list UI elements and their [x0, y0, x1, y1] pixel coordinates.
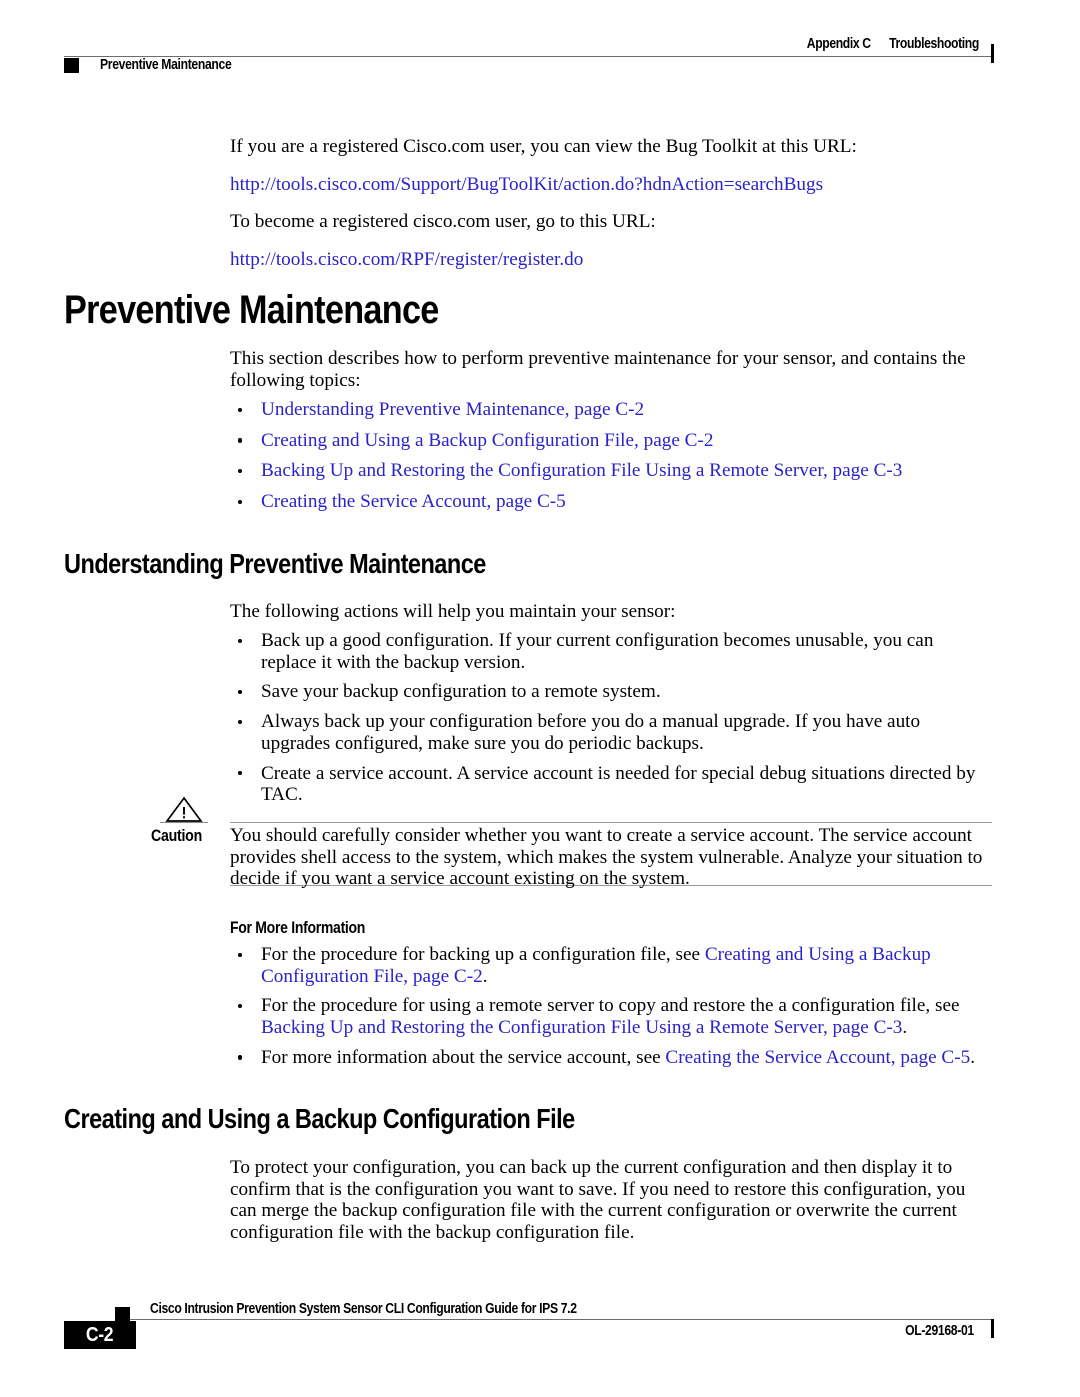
footer-guide-title: Cisco Intrusion Prevention System Sensor… — [150, 1301, 577, 1317]
header-running-head: Preventive Maintenance — [64, 57, 256, 73]
topic-link[interactable]: Backing Up and Restoring the Configurati… — [261, 460, 902, 481]
section-main-intro: This section describes how to perform pr… — [230, 348, 966, 391]
topics-list-wrap: Understanding Preventive Maintenance, pa… — [230, 399, 992, 513]
topic-link[interactable]: Creating and Using a Backup Configuratio… — [261, 430, 713, 451]
heading-preventive-maintenance-wrap: Preventive Maintenance — [64, 288, 992, 332]
bullet-dot-icon — [238, 638, 243, 643]
footer-rule-end-tick — [991, 1319, 994, 1338]
fmi-text-pre: For more information about the service a… — [261, 1046, 666, 1068]
page-number: C-2 — [86, 1323, 114, 1346]
caution-text: You should carefully consider whether yo… — [230, 825, 983, 890]
footer-document-id: OL-29168-01 — [905, 1323, 974, 1339]
heading-preventive-maintenance: Preventive Maintenance — [64, 288, 439, 332]
bullet-dot-icon — [238, 771, 243, 776]
intro-line-2: To become a registered cisco.com user, g… — [230, 211, 656, 233]
for-more-information-heading-wrap: For More Information — [230, 919, 992, 938]
action-text: Save your backup configuration to a remo… — [261, 681, 661, 703]
fmi-text-pre: For the procedure for backing up a confi… — [261, 944, 705, 965]
list-item: Creating and Using a Backup Configuratio… — [230, 430, 992, 452]
actions-list: Back up a good configuration. If your cu… — [230, 630, 992, 806]
square-bullet-icon — [64, 57, 79, 73]
list-item: Always back up your configuration before… — [230, 711, 992, 754]
intro-line-1: If you are a registered Cisco.com user, … — [230, 136, 857, 157]
page-header: Appendix C Troubleshooting Preventive Mai… — [0, 0, 1080, 92]
intro-block: If you are a registered Cisco.com user, … — [230, 136, 992, 271]
fmi-cross-reference-link[interactable]: Creating the Service Account, page C-5 — [665, 1047, 970, 1068]
action-text: Always back up your configuration before… — [261, 711, 921, 754]
bullet-dot-icon — [238, 468, 243, 474]
for-more-information-list-wrap: For the procedure for backing up a confi… — [230, 944, 992, 1069]
page-number-badge: C-2 — [64, 1321, 136, 1349]
actions-list-wrap: Back up a good configuration. If your cu… — [230, 630, 992, 806]
caution-rule-top-left — [160, 822, 208, 823]
understanding-intro: The following actions will help you main… — [230, 601, 676, 622]
heading-understanding-wrap: Understanding Preventive Maintenance — [64, 548, 992, 579]
bullet-dot-icon — [238, 1055, 243, 1060]
section-backup-paragraph-wrap: To protect your configuration, you can b… — [230, 1157, 992, 1244]
section-backup-paragraph: To protect your configuration, you can b… — [230, 1157, 966, 1244]
fmi-cross-reference-link[interactable]: Backing Up and Restoring the Configurati… — [261, 1017, 902, 1038]
warning-triangle-icon — [164, 796, 204, 822]
topic-link[interactable]: Creating the Service Account, page C-5 — [261, 491, 566, 512]
section-main-intro-wrap: This section describes how to perform pr… — [230, 348, 992, 391]
bullet-dot-icon — [238, 719, 243, 724]
bullet-dot-icon — [238, 438, 243, 443]
action-text: Back up a good configuration. If your cu… — [261, 630, 934, 673]
footer-divider-rule — [115, 1319, 992, 1320]
list-item: Back up a good configuration. If your cu… — [230, 630, 992, 673]
fmi-text-post: . — [482, 965, 488, 987]
heading-for-more-information: For More Information — [230, 919, 366, 937]
bullet-dot-icon — [238, 499, 243, 504]
fmi-text-post: . — [902, 1017, 908, 1039]
list-item: For the procedure for using a remote ser… — [230, 995, 992, 1038]
list-item: For more information about the service a… — [230, 1047, 992, 1069]
square-bullet-icon — [115, 1307, 130, 1322]
caution-block: Caution You should carefully consider wh… — [64, 795, 992, 890]
header-chapter-info: Appendix C Troubleshooting — [807, 36, 979, 52]
fmi-text-post: . — [970, 1046, 975, 1068]
heading-backup-config-wrap: Creating and Using a Backup Configuratio… — [64, 1103, 992, 1134]
list-item: Understanding Preventive Maintenance, pa… — [230, 399, 992, 421]
register-url-link[interactable]: http://tools.cisco.com/RPF/register/regi… — [230, 249, 992, 271]
header-running-head-label: Preventive Maintenance — [100, 57, 232, 73]
caution-rule-top — [230, 822, 992, 823]
bullet-dot-icon — [238, 952, 243, 957]
bullet-dot-icon — [238, 407, 243, 412]
header-rule-end-tick — [991, 44, 994, 63]
topics-list: Understanding Preventive Maintenance, pa… — [230, 399, 992, 513]
fmi-text-pre: For the procedure for using a remote ser… — [261, 995, 960, 1017]
bullet-dot-icon — [238, 1003, 243, 1009]
list-item: Creating the Service Account, page C-5 — [230, 491, 992, 513]
bullet-dot-icon — [238, 689, 243, 695]
topic-link[interactable]: Understanding Preventive Maintenance, pa… — [261, 399, 644, 420]
header-chapter-title: Troubleshooting — [889, 36, 979, 52]
heading-understanding-preventive-maintenance: Understanding Preventive Maintenance — [64, 548, 486, 579]
list-item: Backing Up and Restoring the Configurati… — [230, 460, 992, 482]
list-item: For the procedure for backing up a confi… — [230, 944, 992, 987]
understanding-intro-wrap: The following actions will help you main… — [230, 601, 992, 623]
bug-toolkit-url-link[interactable]: http://tools.cisco.com/Support/BugToolKi… — [230, 174, 992, 196]
header-appendix-label: Appendix C — [806, 36, 871, 52]
for-more-information-list: For the procedure for backing up a confi… — [230, 944, 992, 1069]
caution-label: Caution — [151, 827, 203, 845]
list-item: Save your backup configuration to a remo… — [230, 681, 992, 703]
heading-creating-using-backup-configuration-file: Creating and Using a Backup Configuratio… — [64, 1103, 575, 1134]
page-footer: C-2 Cisco Intrusion Prevention System Se… — [0, 1287, 1080, 1397]
